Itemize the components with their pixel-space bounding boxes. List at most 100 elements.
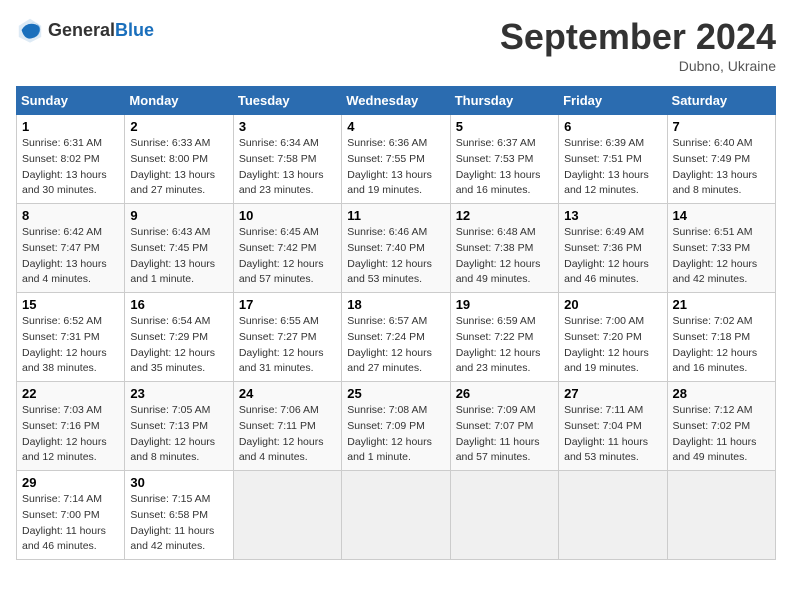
- day-info: Sunrise: 6:59 AM Sunset: 7:22 PM Dayligh…: [456, 314, 553, 377]
- table-cell: 3Sunrise: 6:34 AM Sunset: 7:58 PM Daylig…: [233, 115, 341, 204]
- table-cell: 11Sunrise: 6:46 AM Sunset: 7:40 PM Dayli…: [342, 204, 450, 293]
- day-number: 27: [564, 386, 661, 401]
- day-number: 22: [22, 386, 119, 401]
- calendar-table: Sunday Monday Tuesday Wednesday Thursday…: [16, 86, 776, 560]
- col-thursday: Thursday: [450, 87, 558, 115]
- day-number: 20: [564, 297, 661, 312]
- table-cell: 15Sunrise: 6:52 AM Sunset: 7:31 PM Dayli…: [17, 293, 125, 382]
- day-number: 16: [130, 297, 227, 312]
- table-row: 15Sunrise: 6:52 AM Sunset: 7:31 PM Dayli…: [17, 293, 776, 382]
- table-cell: 27Sunrise: 7:11 AM Sunset: 7:04 PM Dayli…: [559, 382, 667, 471]
- logo-icon: [16, 16, 44, 44]
- day-info: Sunrise: 6:52 AM Sunset: 7:31 PM Dayligh…: [22, 314, 119, 377]
- day-number: 25: [347, 386, 444, 401]
- table-cell: [559, 471, 667, 560]
- table-cell: 20 Sunrise: 7:00 AM Sunset: 7:20 PM Dayli…: [559, 293, 667, 382]
- table-cell: 25 Sunrise: 7:08 AM Sunset: 7:09 PM Dayli…: [342, 382, 450, 471]
- page-header: GeneralBlue September 2024 Dubno, Ukrain…: [16, 16, 776, 74]
- day-number: 26: [456, 386, 553, 401]
- table-cell: 28 Sunrise: 7:12 AM Sunset: 7:02 PM Dayli…: [667, 382, 775, 471]
- day-number: 30: [130, 475, 227, 490]
- day-info: Sunrise: 7:03 AM Sunset: 7:16 PM Dayligh…: [22, 403, 119, 466]
- day-number: 12: [456, 208, 553, 223]
- day-number: 1: [22, 119, 119, 134]
- day-info: Sunrise: 7:08 AM Sunset: 7:09 PM Dayligh…: [347, 403, 444, 466]
- table-cell: 5 Sunrise: 6:37 AM Sunset: 7:53 PM Daylig…: [450, 115, 558, 204]
- table-cell: 23Sunrise: 7:05 AM Sunset: 7:13 PM Dayli…: [125, 382, 233, 471]
- day-info: Sunrise: 6:40 AM Sunset: 7:49 PM Dayligh…: [673, 136, 770, 199]
- table-row: 8 Sunrise: 6:42 AM Sunset: 7:47 PM Daylig…: [17, 204, 776, 293]
- month-title: September 2024: [500, 16, 776, 58]
- day-info: Sunrise: 6:33 AM Sunset: 8:00 PM Dayligh…: [130, 136, 227, 199]
- day-number: 3: [239, 119, 336, 134]
- table-cell: [667, 471, 775, 560]
- table-cell: 1Sunrise: 6:31 AM Sunset: 8:02 PM Daylig…: [17, 115, 125, 204]
- logo-general-text: GeneralBlue: [48, 20, 154, 41]
- table-cell: 18 Sunrise: 6:57 AM Sunset: 7:24 PM Dayli…: [342, 293, 450, 382]
- table-cell: 8 Sunrise: 6:42 AM Sunset: 7:47 PM Daylig…: [17, 204, 125, 293]
- day-info: Sunrise: 7:02 AM Sunset: 7:18 PM Dayligh…: [673, 314, 770, 377]
- day-number: 13: [564, 208, 661, 223]
- day-info: Sunrise: 6:57 AM Sunset: 7:24 PM Dayligh…: [347, 314, 444, 377]
- table-cell: 30 Sunrise: 7:15 AM Sunset: 6:58 PM Dayli…: [125, 471, 233, 560]
- day-info: Sunrise: 6:49 AM Sunset: 7:36 PM Dayligh…: [564, 225, 661, 288]
- day-info: Sunrise: 6:48 AM Sunset: 7:38 PM Dayligh…: [456, 225, 553, 288]
- table-row: 29 Sunrise: 7:14 AM Sunset: 7:00 PM Dayli…: [17, 471, 776, 560]
- table-cell: 24Sunrise: 7:06 AM Sunset: 7:11 PM Dayli…: [233, 382, 341, 471]
- day-info: Sunrise: 6:39 AM Sunset: 7:51 PM Dayligh…: [564, 136, 661, 199]
- day-number: 7: [673, 119, 770, 134]
- day-number: 6: [564, 119, 661, 134]
- day-info: Sunrise: 6:43 AM Sunset: 7:45 PM Dayligh…: [130, 225, 227, 288]
- day-number: 2: [130, 119, 227, 134]
- day-number: 18: [347, 297, 444, 312]
- day-info: Sunrise: 7:12 AM Sunset: 7:02 PM Dayligh…: [673, 403, 770, 466]
- col-wednesday: Wednesday: [342, 87, 450, 115]
- day-number: 29: [22, 475, 119, 490]
- col-saturday: Saturday: [667, 87, 775, 115]
- day-info: Sunrise: 6:36 AM Sunset: 7:55 PM Dayligh…: [347, 136, 444, 199]
- day-info: Sunrise: 6:55 AM Sunset: 7:27 PM Dayligh…: [239, 314, 336, 377]
- day-number: 8: [22, 208, 119, 223]
- col-friday: Friday: [559, 87, 667, 115]
- day-info: Sunrise: 7:05 AM Sunset: 7:13 PM Dayligh…: [130, 403, 227, 466]
- table-cell: [233, 471, 341, 560]
- header-row: Sunday Monday Tuesday Wednesday Thursday…: [17, 87, 776, 115]
- table-cell: 16Sunrise: 6:54 AM Sunset: 7:29 PM Dayli…: [125, 293, 233, 382]
- day-info: Sunrise: 6:46 AM Sunset: 7:40 PM Dayligh…: [347, 225, 444, 288]
- col-monday: Monday: [125, 87, 233, 115]
- day-info: Sunrise: 6:45 AM Sunset: 7:42 PM Dayligh…: [239, 225, 336, 288]
- table-cell: 29 Sunrise: 7:14 AM Sunset: 7:00 PM Dayli…: [17, 471, 125, 560]
- table-cell: [450, 471, 558, 560]
- table-cell: 9 Sunrise: 6:43 AM Sunset: 7:45 PM Daylig…: [125, 204, 233, 293]
- calendar-header: Sunday Monday Tuesday Wednesday Thursday…: [17, 87, 776, 115]
- day-number: 19: [456, 297, 553, 312]
- day-number: 10: [239, 208, 336, 223]
- day-info: Sunrise: 7:15 AM Sunset: 6:58 PM Dayligh…: [130, 492, 227, 555]
- day-info: Sunrise: 6:37 AM Sunset: 7:53 PM Dayligh…: [456, 136, 553, 199]
- day-number: 4: [347, 119, 444, 134]
- day-info: Sunrise: 7:00 AM Sunset: 7:20 PM Dayligh…: [564, 314, 661, 377]
- table-cell: 4 Sunrise: 6:36 AM Sunset: 7:55 PM Daylig…: [342, 115, 450, 204]
- table-cell: 21Sunrise: 7:02 AM Sunset: 7:18 PM Dayli…: [667, 293, 775, 382]
- day-info: Sunrise: 6:51 AM Sunset: 7:33 PM Dayligh…: [673, 225, 770, 288]
- title-block: September 2024 Dubno, Ukraine: [500, 16, 776, 74]
- day-number: 5: [456, 119, 553, 134]
- day-number: 17: [239, 297, 336, 312]
- calendar-body: 1Sunrise: 6:31 AM Sunset: 8:02 PM Daylig…: [17, 115, 776, 560]
- day-number: 9: [130, 208, 227, 223]
- day-info: Sunrise: 7:06 AM Sunset: 7:11 PM Dayligh…: [239, 403, 336, 466]
- location-text: Dubno, Ukraine: [500, 58, 776, 74]
- table-cell: 26Sunrise: 7:09 AM Sunset: 7:07 PM Dayli…: [450, 382, 558, 471]
- table-cell: 6 Sunrise: 6:39 AM Sunset: 7:51 PM Daylig…: [559, 115, 667, 204]
- table-cell: 10 Sunrise: 6:45 AM Sunset: 7:42 PM Dayli…: [233, 204, 341, 293]
- table-cell: 7 Sunrise: 6:40 AM Sunset: 7:49 PM Daylig…: [667, 115, 775, 204]
- table-cell: 13 Sunrise: 6:49 AM Sunset: 7:36 PM Dayli…: [559, 204, 667, 293]
- logo: GeneralBlue: [16, 16, 154, 44]
- table-cell: 14Sunrise: 6:51 AM Sunset: 7:33 PM Dayli…: [667, 204, 775, 293]
- table-cell: 12 Sunrise: 6:48 AM Sunset: 7:38 PM Dayli…: [450, 204, 558, 293]
- day-info: Sunrise: 7:14 AM Sunset: 7:00 PM Dayligh…: [22, 492, 119, 555]
- col-sunday: Sunday: [17, 87, 125, 115]
- day-number: 28: [673, 386, 770, 401]
- col-tuesday: Tuesday: [233, 87, 341, 115]
- day-info: Sunrise: 6:42 AM Sunset: 7:47 PM Dayligh…: [22, 225, 119, 288]
